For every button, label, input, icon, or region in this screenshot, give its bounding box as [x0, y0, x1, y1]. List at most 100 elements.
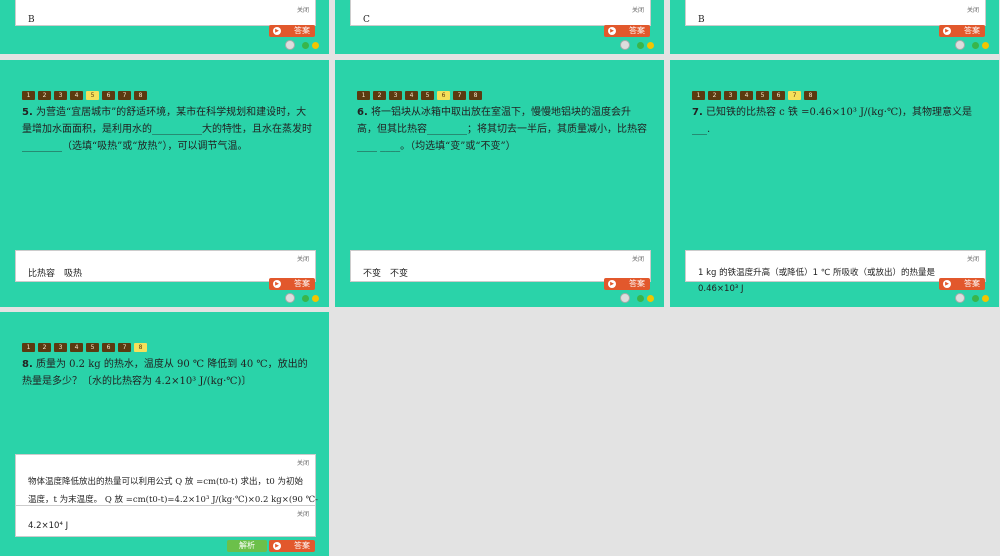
yellow-dot-icon — [312, 295, 319, 302]
green-dot-icon — [302, 295, 309, 302]
analysis-button[interactable]: 解析 — [227, 540, 267, 552]
question-nav-item-2[interactable]: 2 — [38, 91, 51, 100]
question-nav-item-8[interactable]: 8 — [134, 91, 147, 100]
question-nav-item-7[interactable]: 7 — [118, 343, 131, 352]
answer-text: 不变 不变 — [363, 269, 409, 279]
spiral-icon — [285, 40, 295, 50]
yellow-dot-icon — [647, 42, 654, 49]
spiral-icon — [285, 293, 295, 303]
close-button[interactable]: 关闭 — [297, 458, 309, 467]
question-text: 8. 质量为 0.2 kg 的热水，温度从 90 ℃ 降低到 40 ℃，放出的热… — [22, 359, 308, 387]
question-nav: 12345678 — [22, 343, 147, 352]
answer-text: B — [698, 15, 705, 25]
question-text: 6. 将一铝块从冰箱中取出放在室温下，慢慢地铝块的温度会升高，但其比热容____… — [357, 107, 647, 152]
question-nav-item-2[interactable]: 2 — [708, 91, 721, 100]
answer-button[interactable]: ▶ 答案 — [269, 278, 315, 290]
question-nav-item-6[interactable]: 6 — [772, 91, 785, 100]
answer-text: C — [363, 15, 370, 25]
question-nav-item-1[interactable]: 1 — [22, 343, 35, 352]
play-icon: ▶ — [608, 280, 616, 288]
green-dot-icon — [972, 295, 979, 302]
answer-button[interactable]: ▶ 答案 — [604, 278, 650, 290]
question-nav: 12345678 — [22, 91, 147, 100]
green-dot-icon — [637, 42, 644, 49]
question-nav-item-5[interactable]: 5 — [756, 91, 769, 100]
yellow-dot-icon — [982, 295, 989, 302]
answer-button[interactable]: ▶ 答案 — [604, 25, 650, 37]
green-dot-icon — [637, 295, 644, 302]
question-nav: 12345678 — [692, 91, 817, 100]
analysis-line-2: 温度，t 为末温度。 Q 放 =cm(t0-t)=4.2×10³ J/(kg·℃… — [28, 495, 319, 505]
answer-text-line-2: 0.46×10³ J — [698, 284, 744, 294]
question-nav-item-6[interactable]: 6 — [102, 343, 115, 352]
answer-text-line-1: 1 kg 的铁温度升高（或降低）1 ℃ 所吸收（或放出）的热量是 — [698, 268, 935, 278]
play-icon: ▶ — [608, 27, 616, 35]
question-nav-item-6[interactable]: 6 — [102, 91, 115, 100]
question-nav: 12345678 — [357, 91, 482, 100]
yellow-dot-icon — [982, 42, 989, 49]
question-nav-item-7[interactable]: 7 — [453, 91, 466, 100]
green-dot-icon — [972, 42, 979, 49]
play-icon: ▶ — [273, 27, 281, 35]
slide-question-7: 12345678 7. 已知铁的比热容 c 铁 =0.46×10³ J/(kg·… — [670, 60, 999, 307]
question-nav-item-8[interactable]: 8 — [804, 91, 817, 100]
question-nav-item-7[interactable]: 7 — [788, 91, 801, 100]
question-nav-item-5[interactable]: 5 — [86, 343, 99, 352]
question-nav-item-2[interactable]: 2 — [373, 91, 386, 100]
analysis-box: 关闭 物体温度降低放出的热量可以利用公式 Q 放 =cm(t0-t) 求出，t0… — [15, 454, 319, 506]
green-dot-icon — [302, 42, 309, 49]
spiral-icon — [620, 293, 630, 303]
close-button[interactable]: 关闭 — [297, 254, 309, 263]
answer-box: 关闭 B — [685, 0, 986, 26]
play-icon: ▶ — [943, 27, 951, 35]
question-nav-item-4[interactable]: 4 — [405, 91, 418, 100]
close-button[interactable]: 关闭 — [297, 5, 309, 14]
question-nav-item-4[interactable]: 4 — [740, 91, 753, 100]
slide-question-5: 12345678 5. 为营造“宜居城市”的舒适环境，某市在科学规划和建设时，大… — [0, 60, 329, 307]
spiral-icon — [620, 40, 630, 50]
question-nav-item-7[interactable]: 7 — [118, 91, 131, 100]
question-nav-item-8[interactable]: 8 — [134, 343, 147, 352]
close-button[interactable]: 关闭 — [632, 254, 644, 263]
spiral-icon — [955, 293, 965, 303]
answer-button[interactable]: ▶ 答案 — [939, 278, 985, 290]
answer-text: 4.2×10⁴ J — [28, 521, 69, 531]
slide-question-6: 12345678 6. 将一铝块从冰箱中取出放在室温下，慢慢地铝块的温度会升高，… — [335, 60, 664, 307]
question-nav-item-1[interactable]: 1 — [22, 91, 35, 100]
close-button[interactable]: 关闭 — [297, 509, 309, 518]
slide-question-8: 12345678 8. 质量为 0.2 kg 的热水，温度从 90 ℃ 降低到 … — [0, 312, 329, 556]
question-nav-item-4[interactable]: 4 — [70, 91, 83, 100]
question-nav-item-4[interactable]: 4 — [70, 343, 83, 352]
spiral-icon — [955, 40, 965, 50]
play-icon: ▶ — [273, 542, 281, 550]
answer-text: B — [28, 15, 35, 25]
play-icon: ▶ — [273, 280, 281, 288]
answer-button[interactable]: ▶ 答案 — [269, 540, 315, 552]
answer-button[interactable]: ▶ 答案 — [939, 25, 985, 37]
question-text: 5. 为营造“宜居城市”的舒适环境，某市在科学规划和建设时，大量增加水面面积，是… — [22, 107, 312, 152]
question-nav-item-1[interactable]: 1 — [692, 91, 705, 100]
yellow-dot-icon — [647, 295, 654, 302]
question-nav-item-1[interactable]: 1 — [357, 91, 370, 100]
play-icon: ▶ — [943, 280, 951, 288]
close-button[interactable]: 关闭 — [967, 254, 979, 263]
question-nav-item-3[interactable]: 3 — [389, 91, 402, 100]
answer-text: 比热容 吸热 — [28, 269, 83, 279]
question-nav-item-3[interactable]: 3 — [54, 91, 67, 100]
answer-box: 关闭 C — [350, 0, 651, 26]
answer-box: 关闭 4.2×10⁴ J — [15, 505, 316, 537]
question-nav-item-6[interactable]: 6 — [437, 91, 450, 100]
question-nav-item-2[interactable]: 2 — [38, 343, 51, 352]
answer-box: 关闭 B — [15, 0, 316, 26]
question-nav-item-5[interactable]: 5 — [86, 91, 99, 100]
close-button[interactable]: 关闭 — [632, 5, 644, 14]
slide-top-2: 关闭 C ▶ 答案 — [335, 0, 664, 54]
question-nav-item-5[interactable]: 5 — [421, 91, 434, 100]
slide-top-3: 关闭 B ▶ 答案 — [670, 0, 999, 54]
question-nav-item-8[interactable]: 8 — [469, 91, 482, 100]
yellow-dot-icon — [312, 42, 319, 49]
question-nav-item-3[interactable]: 3 — [54, 343, 67, 352]
answer-button[interactable]: ▶ 答案 — [269, 25, 315, 37]
question-nav-item-3[interactable]: 3 — [724, 91, 737, 100]
close-button[interactable]: 关闭 — [967, 5, 979, 14]
